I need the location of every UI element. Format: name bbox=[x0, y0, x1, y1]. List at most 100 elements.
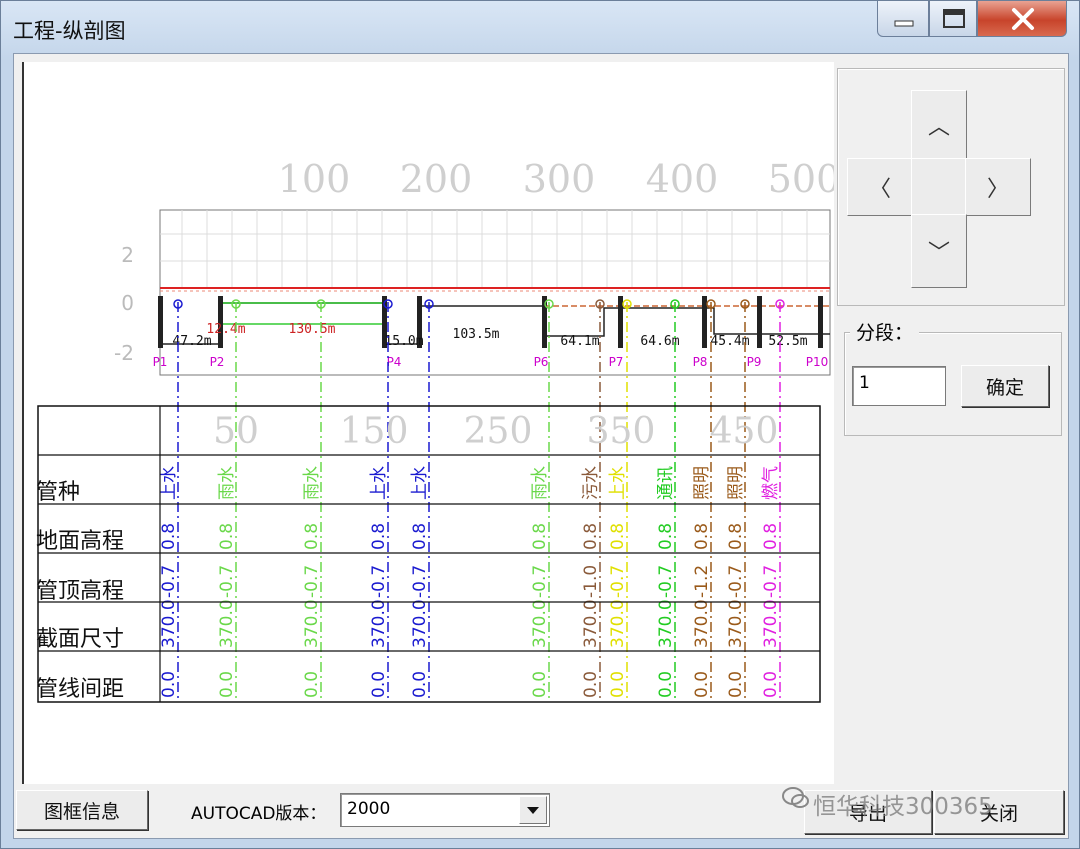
point-label: P10 bbox=[806, 355, 829, 369]
profile-canvas[interactable]: 100 200 300 400 500 2 0 -2 47.2m 12.4m 130.5m 15.0m… bbox=[22, 62, 834, 784]
pipe-value: -1.0 bbox=[581, 565, 601, 598]
well-marker bbox=[702, 296, 707, 348]
pipe-profile-line bbox=[220, 302, 385, 325]
pipe-value: 0.0 bbox=[302, 671, 322, 698]
maximize-icon bbox=[943, 9, 965, 28]
pipe-value: 上水 bbox=[369, 466, 389, 500]
maximize-button[interactable] bbox=[929, 1, 977, 37]
bottom-ruler-label: 150 bbox=[340, 411, 409, 452]
top-ruler-label: 300 bbox=[523, 157, 596, 201]
dropdown-arrow-icon[interactable] bbox=[519, 796, 547, 824]
pipe-value: -0.7 bbox=[726, 565, 746, 598]
pan-center-button[interactable] bbox=[911, 158, 967, 216]
well-marker bbox=[757, 296, 762, 348]
chevron-down-icon: ﹀ bbox=[927, 241, 950, 266]
top-ruler-label: 500 bbox=[768, 157, 834, 201]
pipe-value: 0.0 bbox=[159, 671, 179, 698]
pan-down-button[interactable]: ﹀ bbox=[911, 214, 967, 288]
point-label: P7 bbox=[609, 355, 624, 369]
autocad-version-label: AUTOCAD版本： bbox=[191, 804, 327, 824]
pipe-value: -0.7 bbox=[369, 565, 389, 598]
pipe-value: -0.7 bbox=[656, 565, 676, 598]
pipe-value: 0.0 bbox=[410, 671, 430, 698]
well-marker bbox=[158, 296, 163, 348]
pipe-value: 0.8 bbox=[761, 523, 781, 550]
chevron-up-icon: ︿ bbox=[927, 115, 950, 140]
wechat-icon bbox=[782, 787, 809, 808]
segment-length-label: 12.4m bbox=[206, 322, 245, 337]
row-label: 管种 bbox=[36, 480, 80, 505]
segment-length-label: 45.4m bbox=[710, 334, 749, 349]
window-title: 工程-纵剖图 bbox=[13, 19, 126, 43]
segment-label: 分段： bbox=[850, 318, 920, 345]
pipe-value: 370.0 bbox=[608, 599, 628, 648]
point-label: P8 bbox=[693, 355, 708, 369]
pipe-value: 370.0 bbox=[656, 599, 676, 648]
pipe-value: 0.0 bbox=[581, 671, 601, 698]
well-marker bbox=[818, 296, 823, 348]
pipe-value: 0.0 bbox=[217, 671, 237, 698]
pipe-value: 370.0 bbox=[692, 599, 712, 648]
pipe-value: 0.8 bbox=[581, 523, 601, 550]
segment-length-label: 64.1m bbox=[560, 334, 599, 349]
segment-length-label: 64.6m bbox=[640, 334, 679, 349]
pipe-value: 燃气 bbox=[761, 466, 781, 500]
close-window-button[interactable] bbox=[977, 1, 1067, 37]
pan-left-button[interactable]: 〈 bbox=[847, 158, 913, 216]
pipe-value: 370.0 bbox=[530, 599, 550, 648]
profile-window: 工程-纵剖图 100 200 300 400 500 2 0 -2 47.2m 12.4m 130.… bbox=[0, 0, 1080, 849]
pipe-value: 0.8 bbox=[656, 523, 676, 550]
segment-input[interactable]: 1 bbox=[852, 366, 946, 406]
pipe-value: 雨水 bbox=[217, 466, 237, 500]
pipe-value: 0.0 bbox=[692, 671, 712, 698]
bottom-ruler-label: 50 bbox=[213, 411, 259, 452]
top-ruler-label: 200 bbox=[400, 157, 473, 201]
title-bar: 工程-纵剖图 bbox=[1, 1, 1079, 53]
pipe-value: -1.2 bbox=[692, 565, 712, 598]
elevation-tick: 0 bbox=[121, 291, 134, 315]
pan-right-button[interactable]: 〉 bbox=[965, 158, 1031, 216]
bottom-ruler-label: 350 bbox=[587, 411, 656, 452]
pipe-value: 0.8 bbox=[530, 523, 550, 550]
well-marker bbox=[618, 296, 623, 348]
row-label: 管线间距 bbox=[36, 677, 124, 702]
top-ruler-label: 400 bbox=[646, 157, 719, 201]
pipe-value: 0.0 bbox=[369, 671, 389, 698]
pipe-value: 370.0 bbox=[302, 599, 322, 648]
profile-drawing: 100 200 300 400 50020-2 47.2m12.4m 130.5m15.0m… bbox=[36, 157, 834, 703]
pipe-value: -0.7 bbox=[159, 565, 179, 598]
pipe-value: -0.7 bbox=[608, 565, 628, 598]
minimize-button[interactable] bbox=[877, 1, 929, 37]
pipe-value: 0.0 bbox=[761, 671, 781, 698]
autocad-version-select[interactable]: 2000 bbox=[340, 793, 550, 827]
frame-info-button[interactable]: 图框信息 bbox=[16, 790, 148, 830]
pipe-value: 0.8 bbox=[410, 523, 430, 550]
pipe-value: 上水 bbox=[410, 466, 430, 500]
segment-length-label: 15.0m bbox=[384, 334, 423, 349]
pipe-value: 0.8 bbox=[369, 523, 389, 550]
pipe-value: 0.8 bbox=[726, 523, 746, 550]
pipe-value: 0.0 bbox=[608, 671, 628, 698]
pipe-value: -0.7 bbox=[410, 565, 430, 598]
top-ruler-label: 100 bbox=[278, 157, 351, 201]
pipe-value: 污水 bbox=[581, 466, 601, 500]
pipe-value: 370.0 bbox=[761, 599, 781, 648]
pipe-value: 370.0 bbox=[726, 599, 746, 648]
autocad-version-value: 2000 bbox=[347, 799, 391, 819]
pipe-value: -0.7 bbox=[302, 565, 322, 598]
segment-length-label: 103.5m bbox=[453, 327, 500, 342]
pipe-value: 0.0 bbox=[726, 671, 746, 698]
pipe-value: 370.0 bbox=[410, 599, 430, 648]
pipe-value: 0.8 bbox=[159, 523, 179, 550]
point-label: P1 bbox=[153, 355, 168, 369]
pipe-value: 0.8 bbox=[217, 523, 237, 550]
pipe-value: 上水 bbox=[608, 466, 628, 500]
pipe-value: 照明 bbox=[726, 466, 746, 500]
pipe-value: 0.0 bbox=[656, 671, 676, 698]
pipe-value: 370.0 bbox=[369, 599, 389, 648]
confirm-button[interactable]: 确定 bbox=[961, 365, 1049, 407]
pipe-value: -0.7 bbox=[761, 565, 781, 598]
chevron-right-icon: 〉 bbox=[986, 177, 1009, 202]
pan-up-button[interactable]: ︿ bbox=[911, 90, 967, 160]
row-label: 管顶高程 bbox=[36, 579, 124, 604]
